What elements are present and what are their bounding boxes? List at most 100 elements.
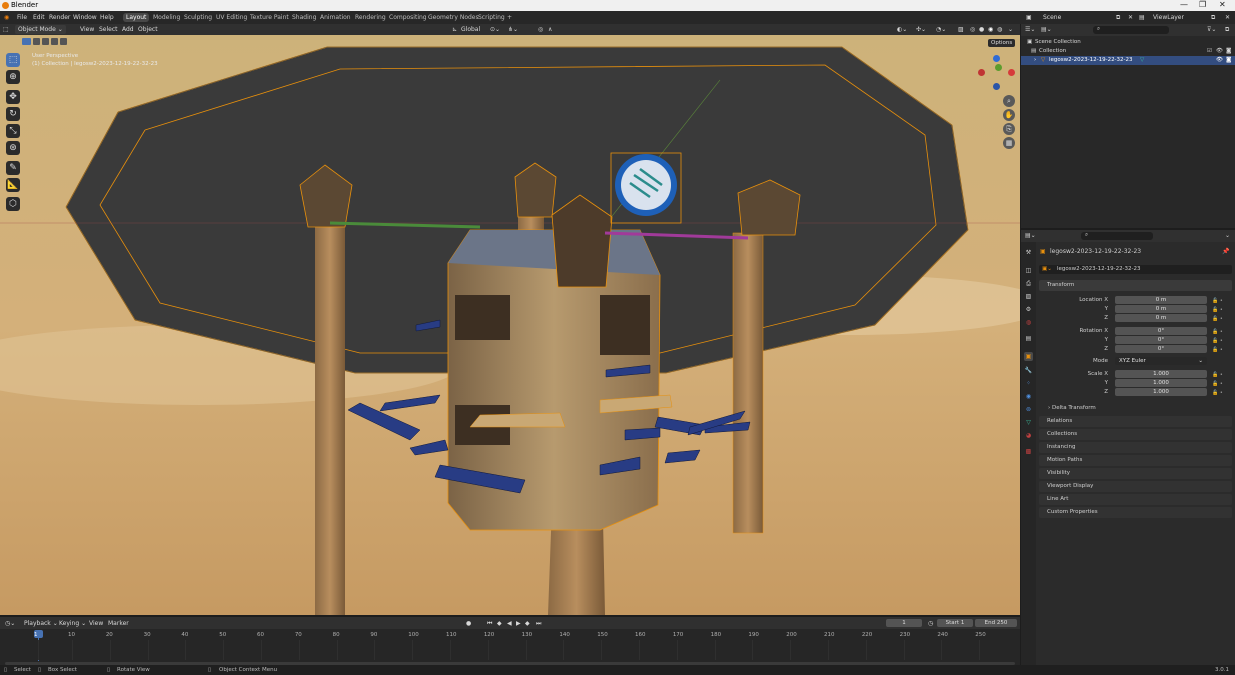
jump-keyframe-forward-icon[interactable]: ◆ bbox=[525, 620, 530, 627]
blender-menu-icon[interactable]: ◉ bbox=[4, 14, 9, 21]
panel-line-art[interactable]: Line Art bbox=[1039, 494, 1232, 505]
view-layer-tab-icon[interactable]: ▨ bbox=[1024, 292, 1033, 301]
scale-tool-icon[interactable]: ⤡ bbox=[6, 124, 20, 138]
camera-view-icon[interactable]: ⎘ bbox=[1003, 123, 1015, 135]
outliner-row-scene-collection[interactable]: ▣ Scene Collection bbox=[1021, 38, 1235, 47]
collection-visibility-icon[interactable]: 👁 bbox=[1216, 48, 1223, 54]
object-mode-dropdown[interactable]: Object Mode ⌄ bbox=[15, 25, 66, 34]
properties-search-input[interactable]: ⌕ bbox=[1081, 232, 1153, 240]
tab-uv-editing[interactable]: UV Editing bbox=[213, 13, 250, 22]
object-render-icon[interactable]: ◙ bbox=[1226, 57, 1231, 63]
filter-icon[interactable]: ⊽⌄ bbox=[1207, 26, 1216, 33]
tab-scripting[interactable]: Scripting bbox=[475, 13, 508, 22]
solid-shading-icon[interactable]: ● bbox=[979, 26, 984, 33]
select-box-tool-icon[interactable]: ⬚ bbox=[6, 53, 20, 67]
transform-tool-icon[interactable]: ⊛ bbox=[6, 141, 20, 155]
rotation-y-field[interactable]: 0° bbox=[1115, 336, 1207, 344]
annotate-tool-icon[interactable]: ✎ bbox=[6, 161, 20, 175]
outliner-row-object[interactable]: › ▽ legosw2-2023-12-19-22-32-23 ▽ 👁 ◙ bbox=[1021, 56, 1235, 65]
timeline[interactable]: 1 10 20 30 40 50 60 70 80 90 100 110 120 130 140 150 160… bbox=[0, 629, 1020, 665]
expand-arrow-icon[interactable]: › bbox=[1034, 57, 1036, 63]
pan-view-icon[interactable]: ✋ bbox=[1003, 109, 1015, 121]
rotation-x-field[interactable]: 0° bbox=[1115, 327, 1207, 335]
output-tab-icon[interactable]: ⎙ bbox=[1024, 279, 1033, 288]
panel-instancing[interactable]: Instancing bbox=[1039, 442, 1232, 453]
collection-exclude-checkbox-icon[interactable]: ☑ bbox=[1207, 48, 1212, 54]
jump-end-icon[interactable]: ⏭ bbox=[536, 620, 541, 628]
location-y-field[interactable]: 0 m bbox=[1115, 305, 1207, 313]
scale-y-field[interactable]: 1.000 bbox=[1115, 379, 1207, 387]
start-frame-field[interactable]: Start 1 bbox=[937, 619, 973, 627]
gizmo-y-axis-icon[interactable] bbox=[995, 64, 1002, 71]
timeline-editor-icon[interactable]: ◷⌄ bbox=[5, 620, 15, 627]
shading-options-icon[interactable]: ⌄ bbox=[1008, 26, 1013, 33]
options-dropdown[interactable]: Options bbox=[988, 39, 1016, 47]
object-name-field[interactable]: ▣⌄ legosw2-2023-12-19-22-32-23 bbox=[1039, 265, 1232, 274]
collection-tab-icon[interactable]: ▤ bbox=[1024, 334, 1033, 343]
gizmo-z-axis-icon[interactable] bbox=[993, 55, 1000, 62]
pin-icon[interactable]: 📌 bbox=[1222, 248, 1229, 255]
tab-compositing[interactable]: Compositing bbox=[386, 13, 430, 22]
texture-tab-icon[interactable]: ▩ bbox=[1024, 447, 1033, 456]
gizmo-neg-x-axis-icon[interactable] bbox=[978, 69, 985, 76]
delete-scene-icon[interactable]: ✕ bbox=[1128, 14, 1133, 21]
rotation-lock-icons[interactable]: 🔓 • 🔓 • 🔓 • bbox=[1212, 328, 1223, 355]
select-mode-new-icon[interactable] bbox=[22, 38, 31, 45]
panel-custom-properties[interactable]: Custom Properties bbox=[1039, 507, 1232, 518]
tab-geometry-nodes[interactable]: Geometry Nodes bbox=[425, 13, 482, 22]
new-collection-icon[interactable]: ⧉ bbox=[1225, 26, 1229, 34]
menu-keying[interactable]: Keying ⌄ bbox=[59, 620, 86, 627]
select-mode-subtract-icon[interactable] bbox=[42, 38, 49, 45]
3d-viewport[interactable]: User Perspective (1) Collection | legosw… bbox=[0, 35, 1020, 615]
scale-lock-icons[interactable]: 🔓 • 🔓 • 🔓 • bbox=[1212, 371, 1223, 398]
maximize-icon[interactable]: ❐ bbox=[1199, 0, 1206, 9]
menu-edit[interactable]: Edit bbox=[33, 14, 45, 21]
menu-playback[interactable]: Playback ⌄ bbox=[24, 620, 58, 627]
scale-z-field[interactable]: 1.000 bbox=[1115, 388, 1207, 396]
scene-icon[interactable]: ▣ bbox=[1026, 14, 1032, 21]
constraints-tab-icon[interactable]: ⊚ bbox=[1024, 405, 1033, 414]
location-lock-icons[interactable]: 🔓 • 🔓 • 🔓 • bbox=[1212, 297, 1223, 324]
new-scene-icon[interactable]: ⧉ bbox=[1116, 14, 1120, 22]
jump-keyframe-back-icon[interactable]: ◆ bbox=[497, 620, 502, 627]
modifiers-tab-icon[interactable]: 🔧 bbox=[1024, 366, 1033, 375]
object-visibility-icon[interactable]: 👁 bbox=[1216, 57, 1223, 63]
close-icon[interactable]: ✕ bbox=[1219, 0, 1226, 9]
preview-range-icon[interactable]: ◷ bbox=[928, 620, 933, 627]
select-mode-extend-icon[interactable] bbox=[33, 38, 40, 45]
panel-motion-paths[interactable]: Motion Paths bbox=[1039, 455, 1232, 466]
properties-editor-icon[interactable]: ▤⌄ bbox=[1025, 232, 1036, 239]
play-reverse-icon[interactable]: ◀ bbox=[507, 620, 512, 627]
editor-type-icon[interactable]: ⬚ bbox=[3, 26, 9, 33]
particles-tab-icon[interactable]: ⁘ bbox=[1024, 379, 1033, 388]
panel-viewport-display[interactable]: Viewport Display bbox=[1039, 481, 1232, 492]
tab-animation[interactable]: Animation bbox=[317, 13, 354, 22]
menu-file[interactable]: File bbox=[17, 14, 27, 21]
view-layer-icon[interactable]: ▤ bbox=[1139, 14, 1145, 21]
rotation-z-field[interactable]: 0° bbox=[1115, 345, 1207, 353]
object-tab-icon[interactable]: ▣ bbox=[1024, 352, 1033, 361]
navigation-gizmo[interactable] bbox=[978, 55, 1018, 95]
current-frame-field[interactable]: 1 bbox=[886, 619, 922, 627]
gizmo-icon[interactable]: ✣⌄ bbox=[916, 26, 926, 33]
world-tab-icon[interactable]: ◍ bbox=[1024, 318, 1033, 327]
transform-panel-header[interactable]: Transform bbox=[1039, 280, 1232, 291]
collection-render-icon[interactable]: ◙ bbox=[1226, 48, 1231, 54]
gizmo-x-axis-icon[interactable] bbox=[1008, 69, 1015, 76]
location-x-field[interactable]: 0 m bbox=[1115, 296, 1207, 304]
jump-start-icon[interactable]: ⏮ bbox=[487, 620, 492, 628]
menu-view[interactable]: View bbox=[80, 26, 94, 33]
delta-transform-subpanel[interactable]: › Delta Transform bbox=[1048, 405, 1096, 411]
gizmo-neg-z-axis-icon[interactable] bbox=[993, 83, 1000, 90]
properties-options-icon[interactable]: ⌄ bbox=[1225, 232, 1230, 239]
add-cube-tool-icon[interactable]: ⬡ bbox=[6, 197, 20, 211]
projection-toggle-icon[interactable]: ▦ bbox=[1003, 137, 1015, 149]
snap-icon[interactable]: ⋔⌄ bbox=[508, 26, 518, 33]
new-view-layer-icon[interactable]: ⧉ bbox=[1211, 14, 1215, 22]
select-mode-intersect-icon[interactable] bbox=[60, 38, 67, 45]
tab-rendering[interactable]: Rendering bbox=[352, 13, 389, 22]
xray-icon[interactable]: ▨ bbox=[958, 26, 964, 33]
outliner-search-input[interactable]: ⌕ bbox=[1093, 26, 1169, 34]
rotate-tool-icon[interactable]: ↻ bbox=[6, 107, 20, 121]
visibility-icon[interactable]: ◐⌄ bbox=[897, 26, 907, 33]
